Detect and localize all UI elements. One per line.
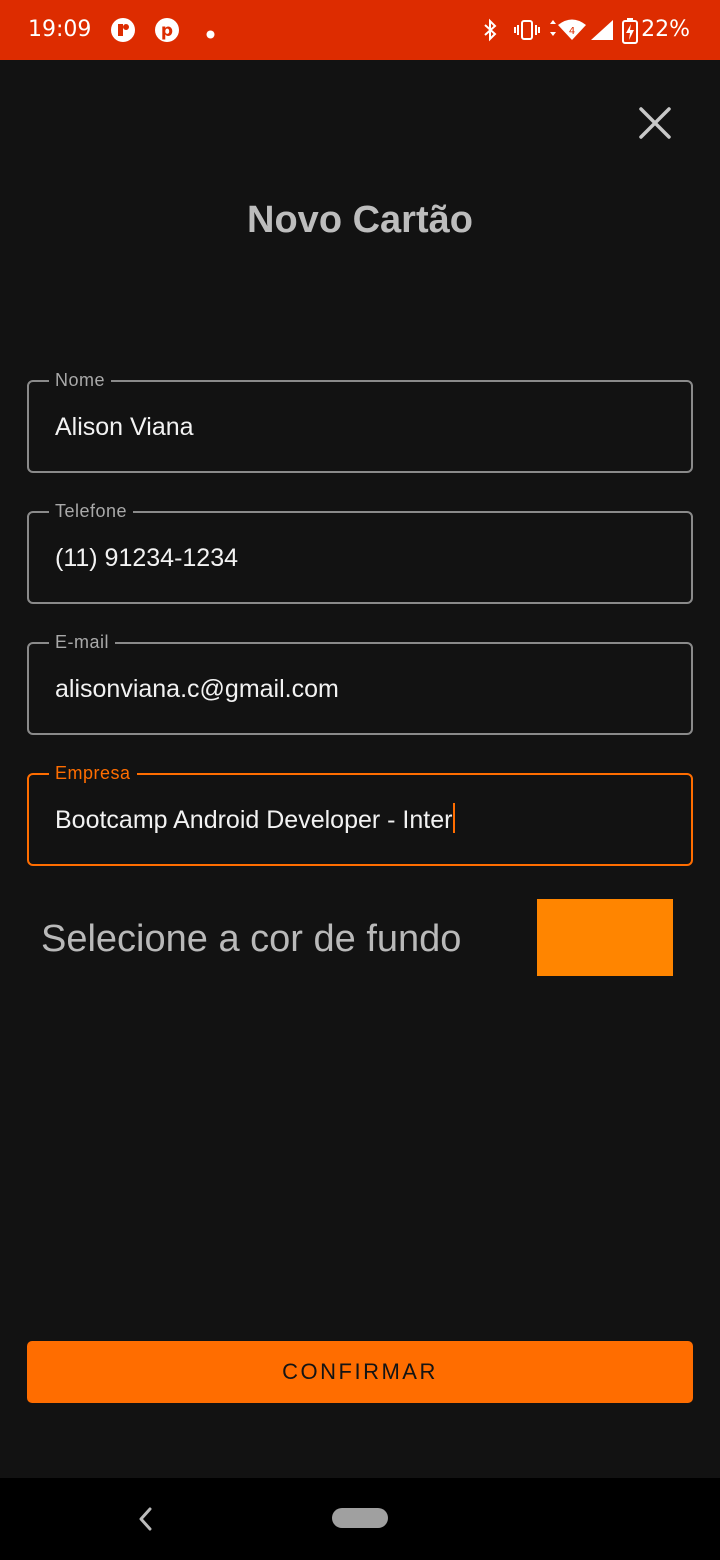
close-icon <box>638 106 672 145</box>
color-picker-label: Selecione a cor de fundo <box>41 918 462 960</box>
bluetooth-icon <box>482 18 498 47</box>
dot-icon <box>206 26 215 44</box>
vibrate-icon <box>514 19 540 46</box>
notification-app-icon <box>110 17 136 48</box>
color-swatch[interactable] <box>537 899 673 976</box>
confirm-button[interactable]: CONFIRMAR <box>27 1341 693 1403</box>
text-cursor <box>453 803 456 833</box>
telefone-field[interactable]: Telefone (11) 91234-1234 <box>27 500 693 604</box>
empresa-field[interactable]: Empresa Bootcamp Android Developer - Int… <box>27 762 693 866</box>
empresa-input-text: Bootcamp Android Developer - Inter <box>55 806 453 834</box>
battery-percentage: 22% <box>641 17 690 42</box>
home-pill-icon[interactable] <box>332 1508 388 1528</box>
battery-charging-icon <box>622 18 638 49</box>
navigation-bar <box>0 1478 720 1560</box>
pinterest-icon: p <box>154 17 180 48</box>
telefone-input[interactable]: (11) 91234-1234 <box>55 541 671 575</box>
email-label: E-mail <box>49 631 116 653</box>
status-time: 19:09 <box>28 17 92 42</box>
page-title: Novo Cartão <box>247 199 473 241</box>
empresa-input[interactable]: Bootcamp Android Developer - Inter <box>55 803 671 837</box>
email-field[interactable]: E-mail alisonviana.c@gmail.com <box>27 631 693 735</box>
close-button[interactable] <box>630 100 680 150</box>
svg-text:4: 4 <box>569 26 575 37</box>
back-icon[interactable] <box>134 1504 158 1539</box>
email-input[interactable]: alisonviana.c@gmail.com <box>55 672 671 706</box>
nome-label: Nome <box>49 369 112 391</box>
wifi-icon: 4 <box>548 18 588 47</box>
status-bar: 19:09 p 4 22% <box>0 0 720 60</box>
empresa-label: Empresa <box>49 762 137 784</box>
signal-icon <box>590 19 614 46</box>
svg-text:p: p <box>161 21 173 41</box>
nome-field[interactable]: Nome Alison Viana <box>27 369 693 473</box>
nome-input[interactable]: Alison Viana <box>55 410 671 444</box>
telefone-label: Telefone <box>49 500 134 522</box>
